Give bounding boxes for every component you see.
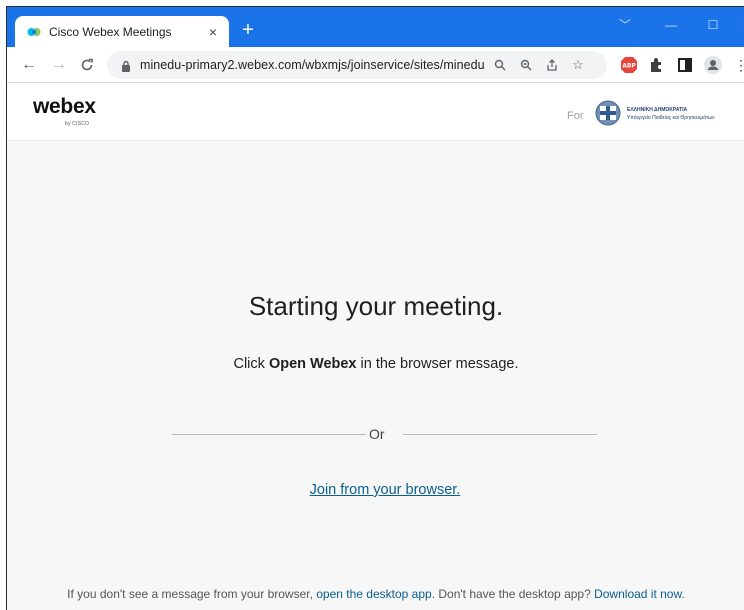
adblock-icon[interactable]: ABP xyxy=(619,55,639,75)
browser-toolbar: ← → minedu-primary2.webex.com/wbxmjs/joi… xyxy=(7,47,744,83)
page-heading: Starting your meeting. xyxy=(248,291,504,321)
share-icon[interactable] xyxy=(541,54,563,76)
tab-strip: Cisco Webex Meetings × + ﹀ — ☐ ✕ xyxy=(7,7,744,47)
browser-window: Cisco Webex Meetings × + ﹀ — ☐ ✕ ← → min… xyxy=(6,6,744,610)
webex-logo: webex xyxy=(33,95,96,118)
url-text[interactable]: minedu-primary2.webex.com/wbxmjs/joinser… xyxy=(140,58,485,72)
minimize-button[interactable]: — xyxy=(653,13,689,37)
back-arrow-icon[interactable]: ← xyxy=(17,53,41,77)
forward-arrow-icon[interactable]: → xyxy=(47,53,71,77)
org-name-line1: ΕΛΛΗΝΙΚΗ ΔΗΜΟΚΡΑΤΙΑ xyxy=(627,107,688,113)
tab-webex[interactable]: Cisco Webex Meetings × xyxy=(15,16,229,47)
org-name-line2: Υπουργείο Παιδείας και Θρησκευμάτων xyxy=(627,115,715,121)
zoom-icon[interactable] xyxy=(515,54,537,76)
instruction-suffix: in the browser message. xyxy=(356,356,519,372)
bookmark-star-icon[interactable]: ☆ xyxy=(567,54,589,76)
new-tab-button[interactable]: + xyxy=(235,18,261,44)
download-it-now-link[interactable]: Download it now xyxy=(594,587,681,601)
instruction-open-webex: Open Webex xyxy=(268,356,357,372)
search-icon[interactable] xyxy=(489,54,511,76)
lock-icon xyxy=(121,59,131,72)
instruction-text: Click Open Webex in the browser message. xyxy=(7,356,744,372)
footer-text-2: . Don't have the desktop app? xyxy=(431,587,595,601)
for-label: For xyxy=(567,110,584,122)
divider-line-right xyxy=(403,434,597,435)
page-header: webex by CISCO For ΕΛΛΗΝΙΚΗ ΔΗΜΟΚΡΑΤΙΑ Υ… xyxy=(7,83,744,141)
tab-title: Cisco Webex Meetings xyxy=(49,24,172,39)
instruction-prefix: Click xyxy=(233,356,269,372)
footer-text: If you don't see a message from your bro… xyxy=(7,587,744,601)
close-window-button[interactable]: ✕ xyxy=(729,13,744,37)
or-label: Or xyxy=(369,426,385,442)
divider-line-left xyxy=(172,434,366,435)
menu-kebab-icon[interactable]: ⋮ xyxy=(731,55,744,75)
tab-close-icon[interactable]: × xyxy=(203,22,223,42)
join-from-browser-link[interactable]: Join from your browser. xyxy=(7,482,744,498)
profile-avatar-icon[interactable] xyxy=(703,55,723,75)
reload-icon[interactable] xyxy=(75,53,99,77)
main-content: Starting your meeting. Click Open Webex … xyxy=(7,142,744,610)
side-panel-icon[interactable] xyxy=(675,55,695,75)
footer-text-1: If you don't see a message from your bro… xyxy=(67,587,317,601)
extensions-puzzle-icon[interactable] xyxy=(647,55,667,75)
webex-favicon-icon xyxy=(27,25,41,39)
greek-state-seal-icon xyxy=(595,100,621,126)
svg-text:ABP: ABP xyxy=(622,63,636,70)
or-divider: Or xyxy=(172,426,597,442)
cisco-sublogo: by CISCO xyxy=(65,121,90,127)
tab-search-icon[interactable]: ﹀ xyxy=(607,13,643,37)
open-desktop-app-link[interactable]: open the desktop app xyxy=(316,587,431,601)
footer-text-3: . xyxy=(681,587,685,601)
address-bar[interactable]: minedu-primary2.webex.com/wbxmjs/joinser… xyxy=(107,51,607,79)
maximize-button[interactable]: ☐ xyxy=(695,13,731,37)
